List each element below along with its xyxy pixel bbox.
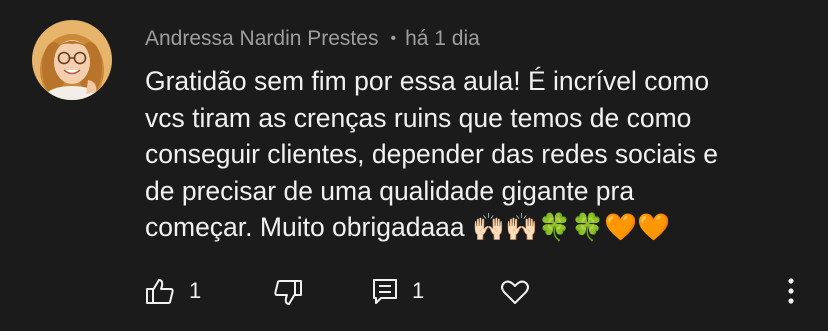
thumbs-up-icon <box>145 277 175 305</box>
comment-header: Andressa Nardin Prestes • há 1 dia <box>145 25 480 53</box>
thumbs-down-icon <box>273 279 303 307</box>
separator-dot: • <box>390 30 397 47</box>
comment-icon <box>372 277 398 305</box>
reply-count: 1 <box>412 278 425 303</box>
like-count: 1 <box>189 278 202 303</box>
timestamp[interactable]: há 1 dia <box>405 27 480 51</box>
comment-text: Gratidão sem fim por essa aula! É incrív… <box>145 66 719 242</box>
more-options-button[interactable] <box>784 276 798 306</box>
like-button[interactable]: 1 <box>145 276 201 306</box>
more-vertical-icon <box>784 276 798 306</box>
avatar[interactable] <box>32 20 112 100</box>
reply-button[interactable]: 1 <box>372 276 424 306</box>
dislike-button[interactable] <box>273 278 303 308</box>
author-name[interactable]: Andressa Nardin Prestes <box>145 27 378 51</box>
heart-icon <box>500 278 530 306</box>
heart-button[interactable] <box>500 277 530 307</box>
